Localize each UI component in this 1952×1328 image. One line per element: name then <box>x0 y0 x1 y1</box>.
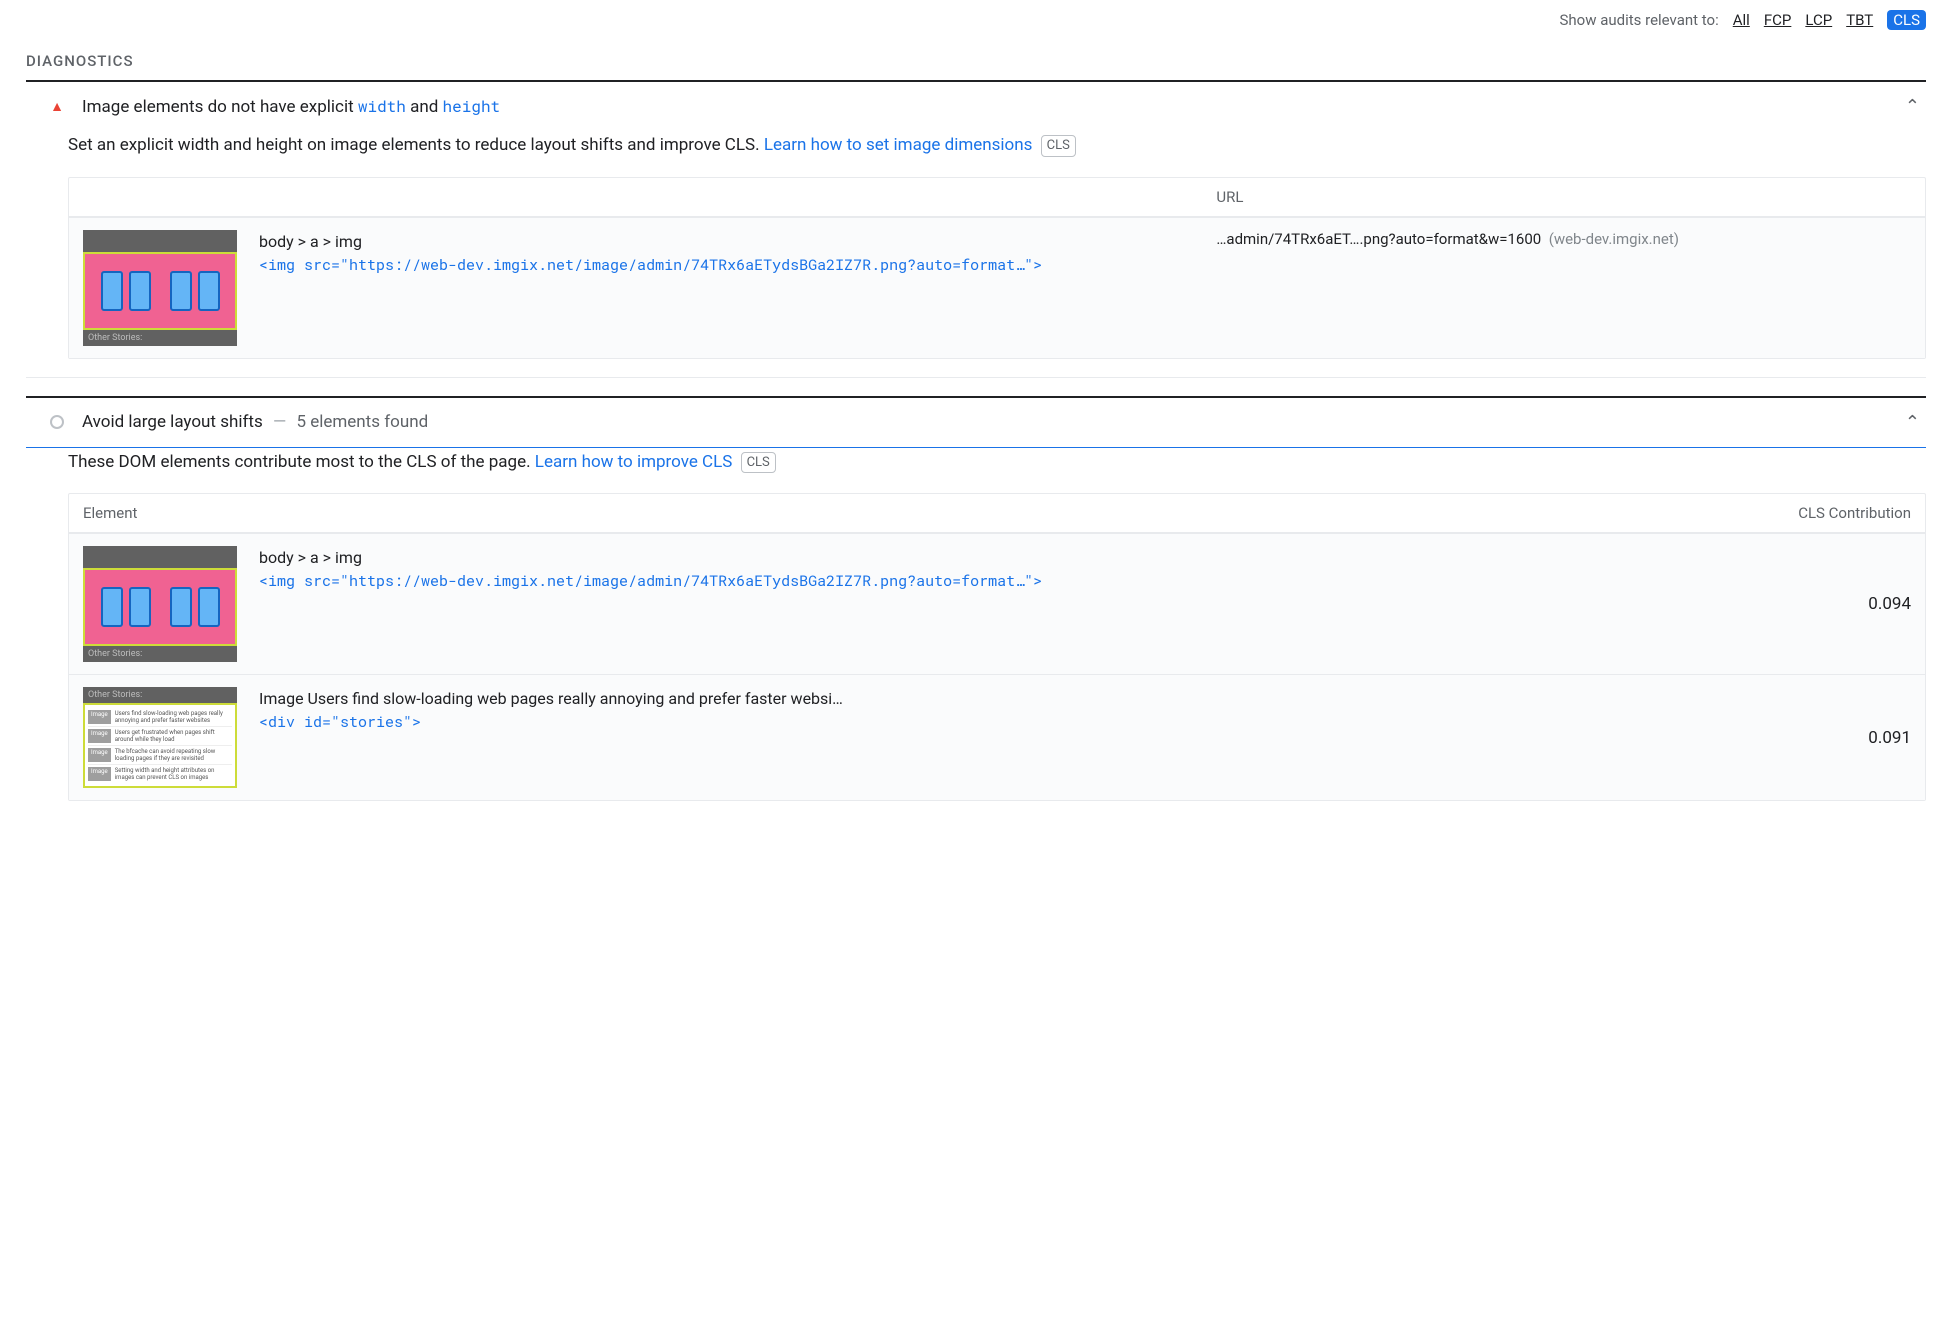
audit-description: These DOM elements contribute most to th… <box>68 450 1926 476</box>
audit-header[interactable]: Avoid large layout shifts — 5 elements f… <box>26 398 1926 447</box>
audit-title-text: Avoid large layout shifts <box>82 412 263 432</box>
audit-desc-text: These DOM elements contribute most to th… <box>68 452 535 472</box>
filter-fcp[interactable]: FCP <box>1764 11 1792 29</box>
audit-image-dimensions: ▲ Image elements do not have explicit wi… <box>26 82 1926 378</box>
element-thumbnail: Other Stories: ImageUsers find slow-load… <box>83 687 237 788</box>
audit-title: Avoid large layout shifts — 5 elements f… <box>82 412 1905 432</box>
chevron-up-icon: ⌃ <box>1905 412 1920 433</box>
element-snippet: <img src="https://web-dev.imgix.net/imag… <box>259 254 1194 277</box>
code-height: height <box>443 96 501 117</box>
cls-value: 0.094 <box>1791 594 1911 614</box>
element-cell: Image Users find slow-loading web pages … <box>259 687 1769 734</box>
table-row: Other Stories: body > a > img <img src="… <box>69 533 1925 674</box>
col-url: URL <box>1216 188 1911 206</box>
element-snippet: <img src="https://web-dev.imgix.net/imag… <box>259 570 1769 593</box>
filter-cls[interactable]: CLS <box>1887 10 1926 30</box>
audit-subtitle: 5 elements found <box>296 412 428 432</box>
element-cell: body > a > img <img src="https://web-dev… <box>259 546 1769 593</box>
audit-description: Set an explicit width and height on imag… <box>68 133 1926 159</box>
element-selector: body > a > img <box>259 546 1769 570</box>
table-row: Other Stories: body > a > img <img src="… <box>69 217 1925 358</box>
url-host: (web-dev.imgix.net) <box>1549 230 1679 248</box>
learn-link[interactable]: Learn how to improve CLS <box>535 452 733 472</box>
filter-label: Show audits relevant to: <box>1560 11 1719 29</box>
thumb-label: Other Stories: <box>83 687 237 703</box>
col-element: Element <box>83 504 997 522</box>
triangle-icon: ▲ <box>46 98 68 115</box>
story-line: Setting width and height attributes on i… <box>115 767 232 781</box>
url-path: …admin/74TRx6aET….png?auto=format&w=1600 <box>1216 230 1541 248</box>
audit-title: Image elements do not have explicit widt… <box>82 96 1905 117</box>
element-thumbnail: Other Stories: <box>83 230 237 346</box>
audit-title-mid: and <box>406 97 443 117</box>
story-line: Users find slow-loading web pages really… <box>115 710 232 724</box>
audit-layout-shifts: Avoid large layout shifts — 5 elements f… <box>26 398 1926 820</box>
filter-tbt[interactable]: TBT <box>1846 11 1873 29</box>
element-selector: body > a > img <box>259 230 1194 254</box>
story-line: Users get frustrated when pages shift ar… <box>115 729 232 743</box>
story-line: The bfcache can avoid repeating slow loa… <box>115 748 232 762</box>
thumb-label: Other Stories: <box>83 646 237 662</box>
audit-body: These DOM elements contribute most to th… <box>26 448 1926 820</box>
cls-badge: CLS <box>741 452 776 474</box>
audit-desc-text: Set an explicit width and height on imag… <box>68 135 764 155</box>
col-cls: CLS Contribution <box>997 504 1911 522</box>
learn-link[interactable]: Learn how to set image dimensions <box>764 135 1033 155</box>
cls-value: 0.091 <box>1791 728 1911 748</box>
audit-table: URL Other Stories: body > a > img <img s… <box>68 177 1926 359</box>
diagnostics-header: DIAGNOSTICS <box>26 52 1926 70</box>
cls-badge: CLS <box>1041 135 1076 157</box>
element-thumbnail: Other Stories: <box>83 546 237 662</box>
table-row: Other Stories: ImageUsers find slow-load… <box>69 674 1925 800</box>
element-snippet: <div id="stories"> <box>259 711 1769 734</box>
audit-table: Element CLS Contribution Other Stories: … <box>68 493 1926 801</box>
url-cell: …admin/74TRx6aET….png?auto=format&w=1600… <box>1216 230 1911 248</box>
table-header: URL <box>69 178 1925 217</box>
code-width: width <box>358 96 406 117</box>
audit-header[interactable]: ▲ Image elements do not have explicit wi… <box>26 82 1926 131</box>
table-header: Element CLS Contribution <box>69 494 1925 533</box>
filter-lcp[interactable]: LCP <box>1805 11 1832 29</box>
filter-bar: Show audits relevant to: All FCP LCP TBT… <box>26 10 1926 30</box>
chevron-up-icon: ⌃ <box>1905 96 1920 117</box>
audit-body: Set an explicit width and height on imag… <box>26 131 1926 377</box>
circle-icon <box>46 415 68 429</box>
audit-title-text: Image elements do not have explicit <box>82 97 358 117</box>
element-cell: body > a > img <img src="https://web-dev… <box>259 230 1194 277</box>
dash: — <box>267 412 292 432</box>
filter-all[interactable]: All <box>1733 11 1750 29</box>
element-text: Image Users find slow-loading web pages … <box>259 687 1769 711</box>
thumb-label: Other Stories: <box>83 330 237 346</box>
